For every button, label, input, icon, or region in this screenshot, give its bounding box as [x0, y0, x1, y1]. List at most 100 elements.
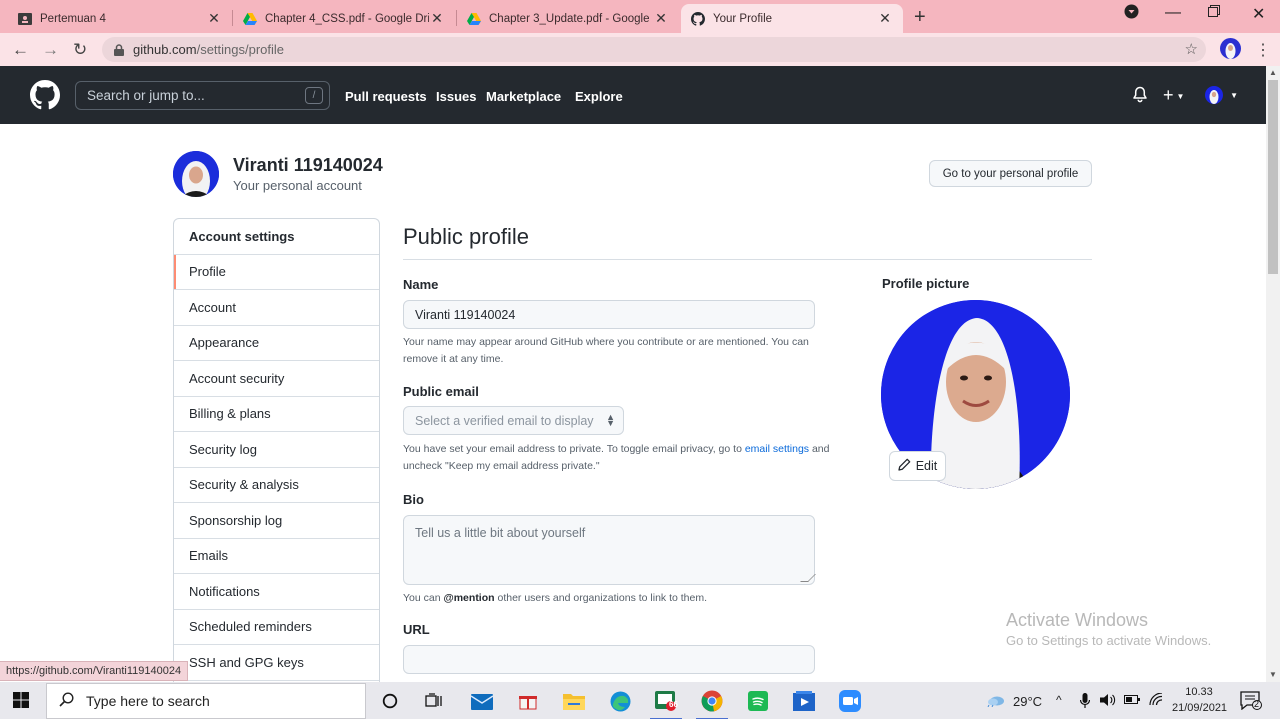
email-note-text: You have set your email address to priva…: [403, 443, 745, 455]
taskbar-search-input[interactable]: Type here to search: [46, 683, 366, 719]
cortana-icon[interactable]: [379, 690, 401, 712]
nav-issues[interactable]: Issues: [436, 89, 476, 104]
tab-search-icon[interactable]: [1124, 4, 1139, 22]
browser-menu-icon[interactable]: ⋮: [1255, 40, 1271, 60]
scroll-up-arrow-icon[interactable]: ▲: [1269, 68, 1277, 77]
github-logo-icon[interactable]: [30, 80, 60, 110]
minimize-button[interactable]: —: [1165, 4, 1181, 22]
browser-tab[interactable]: Pertemuan 4 ✕: [8, 4, 232, 33]
sidebar-item-notifications[interactable]: Notifications: [174, 574, 379, 610]
weather-icon[interactable]: [987, 693, 1005, 710]
tab-title: Your Profile: [713, 12, 773, 25]
settings-sidebar: Account settings Profile Account Appeara…: [173, 218, 380, 688]
close-icon[interactable]: ✕: [877, 10, 893, 27]
user-menu-avatar[interactable]: ▼: [1205, 86, 1239, 105]
sidebar-item-sponsorship-log[interactable]: Sponsorship log: [174, 503, 379, 539]
name-note: Your name may appear around GitHub where…: [403, 336, 809, 365]
lock-icon: [114, 43, 124, 56]
sidebar-item-account-security[interactable]: Account security: [174, 361, 379, 397]
public-email-select[interactable]: Select a verified email to display ▲ ▼: [403, 406, 624, 435]
forward-arrow-icon[interactable]: →: [42, 40, 59, 60]
chevron-up-icon[interactable]: ^: [1056, 693, 1062, 707]
back-arrow-icon[interactable]: ←: [12, 40, 29, 60]
tab-title: Chapter 3_Update.pdf - Google D: [489, 12, 653, 25]
gift-icon[interactable]: [517, 690, 539, 712]
sidebar-item-profile[interactable]: Profile: [174, 254, 379, 290]
sidebar-heading: Account settings: [174, 219, 379, 255]
nav-explore[interactable]: Explore: [575, 89, 623, 104]
scroll-down-arrow-icon[interactable]: ▼: [1269, 670, 1277, 679]
github-search-input[interactable]: Search or jump to... /: [75, 81, 330, 110]
microphone-icon[interactable]: [1079, 693, 1091, 712]
close-icon[interactable]: ✕: [206, 10, 222, 27]
google-drive-icon: [243, 12, 257, 26]
unread-app-icon[interactable]: 66: [650, 690, 682, 719]
browser-tab-active[interactable]: Your Profile ✕: [681, 4, 903, 33]
volume-icon[interactable]: [1100, 693, 1116, 710]
browser-profile-avatar[interactable]: [1220, 38, 1241, 59]
wifi-icon[interactable]: [1149, 692, 1163, 709]
media-player-icon[interactable]: [793, 690, 815, 712]
page-scrollbar[interactable]: ▲ ▼: [1266, 66, 1280, 682]
go-to-personal-profile-button[interactable]: Go to your personal profile: [929, 160, 1092, 187]
activate-windows-title: Activate Windows: [1006, 610, 1149, 630]
account-avatar[interactable]: [173, 151, 219, 197]
bookmark-star-icon[interactable]: ☆: [1185, 40, 1198, 58]
taskbar-clock[interactable]: 10.33 21/09/2021: [1172, 684, 1227, 716]
bio-label: Bio: [403, 492, 424, 507]
address-bar[interactable]: github.com/settings/profile ☆: [102, 37, 1206, 62]
file-explorer-icon[interactable]: [563, 690, 585, 712]
scrollbar-thumb[interactable]: [1268, 80, 1278, 274]
classroom-icon: [18, 12, 32, 26]
sidebar-item-account[interactable]: Account: [174, 290, 379, 326]
name-input[interactable]: [403, 300, 815, 329]
github-icon: [691, 11, 705, 26]
sidebar-item-appearance[interactable]: Appearance: [174, 326, 379, 361]
task-view-icon[interactable]: [423, 690, 445, 712]
title-divider: [403, 259, 1092, 260]
google-drive-icon: [467, 12, 481, 26]
url-input[interactable]: [403, 645, 815, 674]
browser-toolbar: ← → ↻ github.com/settings/profile ☆ ⋮: [0, 33, 1280, 66]
bell-icon[interactable]: [1132, 86, 1148, 107]
spotify-icon[interactable]: [747, 690, 769, 712]
zoom-icon[interactable]: [839, 690, 861, 712]
sidebar-item-security-analysis[interactable]: Security & analysis: [174, 468, 379, 503]
sidebar-item-security-log[interactable]: Security log: [174, 432, 379, 468]
sidebar-item-billing[interactable]: Billing & plans: [174, 397, 379, 432]
battery-icon[interactable]: [1124, 693, 1140, 708]
url-host: github.com: [133, 42, 197, 57]
sidebar-item-scheduled-reminders[interactable]: Scheduled reminders: [174, 610, 379, 645]
bio-note-text: You can: [403, 592, 444, 604]
pencil-icon: [898, 458, 911, 474]
close-window-button[interactable]: ✕: [1252, 4, 1265, 24]
create-new-plus-icon[interactable]: + ▼: [1163, 85, 1184, 106]
close-icon[interactable]: ✕: [653, 10, 669, 27]
nav-pull-requests[interactable]: Pull requests: [345, 89, 427, 104]
chrome-browser-icon[interactable]: [696, 690, 728, 719]
name-label: Name: [403, 277, 439, 292]
close-icon[interactable]: ✕: [429, 10, 445, 27]
sidebar-item-emails[interactable]: Emails: [174, 539, 379, 574]
bio-note: You can @mention other users and organiz…: [403, 590, 843, 607]
new-tab-button[interactable]: +: [914, 6, 926, 29]
mail-icon[interactable]: [471, 690, 493, 712]
sidebar-item-ssh-gpg-keys[interactable]: SSH and GPG keys: [174, 645, 379, 681]
resize-grip-icon[interactable]: [800, 574, 816, 582]
edge-browser-icon[interactable]: [609, 690, 631, 712]
browser-tab[interactable]: Chapter 3_Update.pdf - Google D ✕: [457, 4, 679, 33]
email-settings-link[interactable]: email settings: [745, 443, 809, 455]
notification-center-icon[interactable]: 2: [1240, 691, 1262, 715]
edit-profile-picture-button[interactable]: Edit: [889, 451, 946, 481]
bio-textarea[interactable]: Tell us a little bit about yourself: [403, 515, 816, 585]
nav-marketplace[interactable]: Marketplace: [486, 89, 561, 104]
browser-tab[interactable]: Chapter 4_CSS.pdf - Google Drive ✕: [233, 4, 455, 33]
windows-start-icon[interactable]: [13, 692, 29, 708]
restore-button[interactable]: [1208, 4, 1220, 20]
profile-picture-label: Profile picture: [882, 276, 970, 291]
reload-icon[interactable]: ↻: [73, 40, 87, 60]
weather-temperature[interactable]: 29°C: [1013, 694, 1042, 709]
chevron-down-icon: ▼: [1230, 90, 1239, 100]
search-icon: [59, 692, 74, 710]
url-path: /settings/profile: [196, 42, 285, 57]
